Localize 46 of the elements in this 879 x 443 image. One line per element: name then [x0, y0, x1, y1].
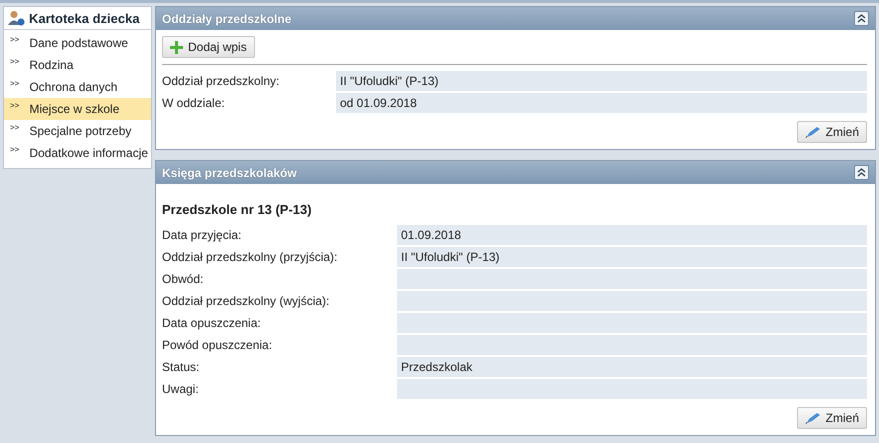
add-entry-button[interactable]: Dodaj wpis: [162, 36, 255, 58]
sidebar-item[interactable]: >> Rodzina: [4, 54, 151, 76]
sidebar-item-label: Miejsce w szkole: [29, 102, 120, 116]
sidebar-item[interactable]: >> Ochrona danych: [4, 76, 151, 98]
sidebar-item[interactable]: >> Specjalne potrzeby: [4, 120, 151, 142]
chevron-marker: >>: [10, 79, 20, 88]
field-label: Oddział przedszkolny (przyjścia):: [162, 249, 338, 266]
panel-title: Oddziały przedszkolne: [162, 12, 292, 26]
field-value: Przedszkolak: [397, 357, 867, 377]
edit-button[interactable]: Zmień: [796, 407, 867, 429]
field-label: Oddział przedszkolny:: [162, 73, 280, 90]
sidebar-item[interactable]: >> Dodatkowe informacje: [4, 142, 151, 164]
chevron-marker: >>: [10, 101, 20, 110]
edit-button[interactable]: Zmień: [796, 121, 867, 143]
sidebar-item[interactable]: >> Dane podstawowe: [4, 32, 151, 54]
field-label: Obwód:: [162, 271, 204, 288]
sidebar-item-label: Specjalne potrzeby: [29, 124, 132, 138]
chevron-marker: >>: [10, 57, 20, 66]
chevron-marker: >>: [10, 145, 20, 154]
chevron-marker: >>: [10, 35, 20, 44]
field-value: od 01.09.2018: [336, 93, 867, 113]
field-label: W oddziale:: [162, 95, 226, 112]
collapse-icon[interactable]: [854, 11, 869, 26]
field-label: Status:: [162, 359, 200, 376]
sidebar-title: Kartoteka dziecka: [29, 10, 140, 26]
field-value: II "Ufoludki" (P-13): [336, 71, 867, 91]
pencil-icon: [804, 412, 821, 424]
sidebar-item[interactable]: >> Miejsce w szkole: [4, 98, 151, 120]
sidebar-item-label: Dodatkowe informacje: [29, 146, 148, 160]
field-label: Powód opuszczenia:: [162, 337, 274, 354]
field-label: Data opuszczenia:: [162, 315, 262, 332]
field-value: 01.09.2018: [397, 225, 867, 245]
field-label: Uwagi:: [162, 381, 200, 398]
field-label: Oddział przedszkolny (wyjścia):: [162, 293, 330, 310]
field-value: II "Ufoludki" (P-13): [397, 247, 867, 267]
collapse-icon[interactable]: [854, 165, 869, 180]
sidebar-item-label: Ochrona danych: [29, 80, 118, 94]
chevron-marker: >>: [10, 123, 20, 132]
sidebar-item-label: Rodzina: [29, 58, 74, 72]
pencil-icon: [804, 126, 821, 138]
field-label: Data przyjęcia:: [162, 227, 242, 244]
panel-title: Księga przedszkolaków: [162, 166, 297, 180]
sidebar-item-label: Dane podstawowe: [29, 36, 128, 50]
plus-icon: [170, 40, 183, 54]
school-heading: Przedszkole nr 13 (P-13): [162, 202, 313, 217]
person-info-icon: [8, 10, 25, 26]
